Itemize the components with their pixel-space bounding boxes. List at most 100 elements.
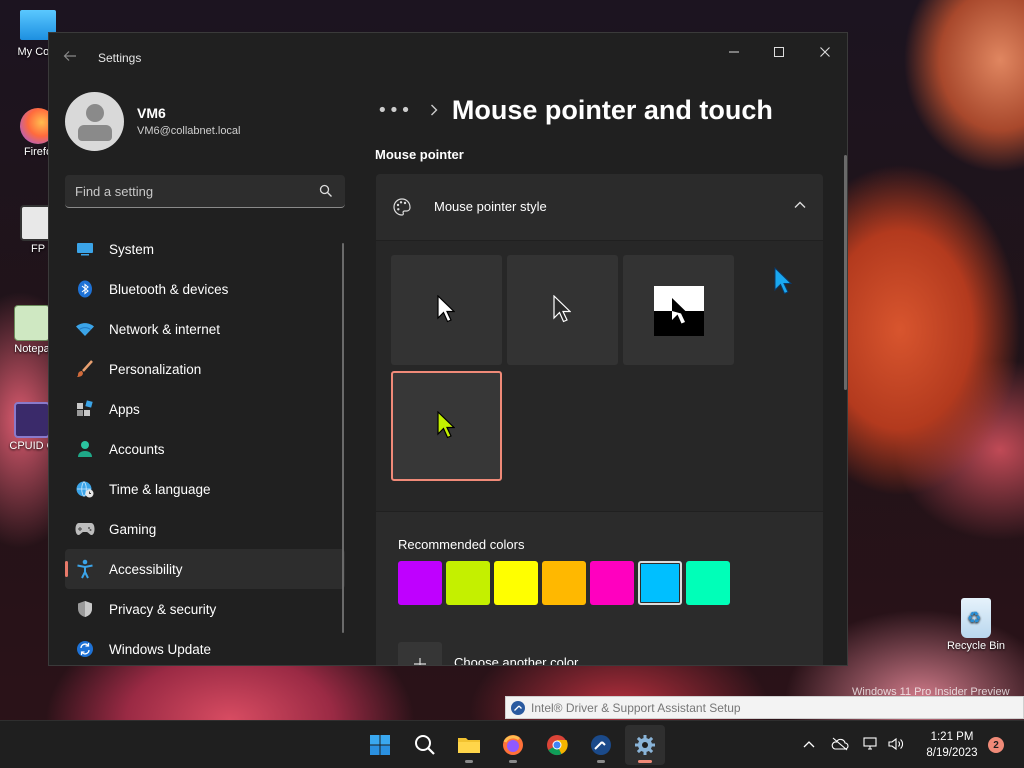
firefox-icon — [503, 735, 523, 755]
accounts-icon — [75, 439, 95, 459]
sidebar-item-gaming[interactable]: Gaming — [65, 509, 345, 549]
search-box[interactable] — [65, 175, 345, 208]
pointer-style-white[interactable] — [391, 255, 502, 365]
desktop-icon-recycle-bin[interactable]: ♻ Recycle Bin — [944, 598, 1008, 652]
page-title: Mouse pointer and touch — [451, 94, 773, 125]
palette-icon — [393, 198, 411, 216]
search-icon[interactable] — [319, 184, 333, 198]
notepad-icon — [14, 305, 50, 341]
breadcrumb-more-button[interactable]: ••• — [377, 100, 412, 121]
custom-color-cursor-icon — [437, 411, 455, 439]
sidebar-nav: System Bluetooth & devices Network & int… — [65, 229, 345, 665]
color-swatch-yellow[interactable] — [494, 561, 538, 605]
minimize-icon — [729, 51, 739, 53]
update-icon — [75, 639, 95, 659]
show-hidden-icons-button[interactable] — [800, 735, 818, 753]
sidebar-item-accounts[interactable]: Accounts — [65, 429, 345, 469]
sidebar-item-apps[interactable]: Apps — [65, 389, 345, 429]
sidebar-item-label: Bluetooth & devices — [109, 281, 229, 297]
onedrive-tray-button[interactable] — [831, 735, 849, 753]
white-cursor-icon — [437, 295, 455, 323]
color-swatch-pink[interactable] — [590, 561, 634, 605]
volume-tray-button[interactable] — [887, 735, 905, 753]
taskbar-settings[interactable] — [625, 725, 665, 765]
inverted-cursor-icon — [672, 298, 688, 324]
pointer-style-options — [376, 241, 823, 511]
recommended-colors-label: Recommended colors — [398, 537, 525, 552]
main-scrollbar[interactable] — [844, 155, 847, 390]
start-icon — [370, 735, 390, 755]
chevron-up-icon — [803, 741, 815, 748]
driver-assistant-icon — [591, 735, 611, 755]
close-icon — [820, 47, 830, 57]
search-input[interactable] — [75, 183, 305, 199]
color-swatch-purple[interactable] — [398, 561, 442, 605]
globe-clock-icon — [75, 479, 95, 499]
pointer-style-label: Mouse pointer style — [434, 199, 547, 214]
accessibility-icon — [75, 559, 95, 579]
back-arrow-icon — [63, 51, 76, 61]
network-tray-button[interactable] — [862, 735, 880, 753]
close-button[interactable] — [802, 37, 847, 67]
sidebar-item-bluetooth[interactable]: Bluetooth & devices — [65, 269, 345, 309]
sidebar-item-system[interactable]: System — [65, 229, 345, 269]
color-swatch-orange[interactable] — [542, 561, 586, 605]
pointer-style-black[interactable] — [507, 255, 618, 365]
window-title: Settings — [98, 51, 142, 65]
intel-driver-icon — [511, 701, 525, 715]
sidebar-item-label: Accessibility — [109, 561, 183, 577]
taskbar: 1:21 PM 8/19/2023 2 — [0, 720, 1024, 768]
settings-icon — [635, 735, 655, 755]
black-cursor-icon — [553, 295, 571, 323]
sidebar-item-privacy-security[interactable]: Privacy & security — [65, 589, 345, 629]
taskbar-firefox[interactable] — [493, 725, 533, 765]
apps-icon — [75, 399, 95, 419]
settings-window: Settings VM6 VM6@collabnet.local System … — [48, 32, 848, 666]
back-button[interactable] — [63, 49, 79, 65]
recycle-bin-icon: ♻ — [961, 598, 991, 638]
breadcrumb: ••• Mouse pointer and touch — [377, 95, 773, 125]
sidebar-item-network[interactable]: Network & internet — [65, 309, 345, 349]
search-icon — [415, 735, 435, 755]
installer-toast[interactable]: Intel® Driver & Support Assistant Setup — [505, 696, 1024, 719]
chevron-right-icon — [430, 101, 438, 120]
sidebar-item-accessibility[interactable]: Accessibility — [65, 549, 345, 589]
sidebar-scrollbar[interactable] — [342, 243, 344, 633]
avatar[interactable] — [65, 92, 124, 151]
recycle-bin-label: Recycle Bin — [946, 640, 1006, 652]
notification-badge[interactable]: 2 — [988, 737, 1004, 753]
sidebar-item-windows-update[interactable]: Windows Update — [65, 629, 345, 665]
choose-another-color-label[interactable]: Choose another color — [454, 655, 578, 665]
pointer-style-expander[interactable]: Mouse pointer style — [376, 174, 823, 240]
title-bar[interactable]: Settings — [49, 33, 847, 81]
color-swatch-sky-blue[interactable] — [638, 561, 682, 605]
toast-text: Intel® Driver & Support Assistant Setup — [531, 701, 741, 715]
add-color-button[interactable] — [398, 642, 442, 665]
color-swatch-mint[interactable] — [686, 561, 730, 605]
start-button[interactable] — [360, 725, 400, 765]
taskbar-file-explorer[interactable] — [449, 725, 489, 765]
sidebar-item-label: Apps — [109, 401, 140, 417]
minimize-button[interactable] — [711, 37, 757, 67]
clock-date: 8/19/2023 — [926, 747, 978, 759]
clock[interactable]: 1:21 PM 8/19/2023 — [918, 729, 986, 761]
sidebar-item-label: Personalization — [109, 361, 202, 377]
section-heading: Mouse pointer — [375, 147, 464, 162]
maximize-icon — [774, 47, 784, 57]
color-swatch-lime[interactable] — [446, 561, 490, 605]
sidebar-item-label: Privacy & security — [109, 601, 217, 617]
pointer-style-custom[interactable] — [391, 371, 502, 481]
desktop-icon-label: FP — [30, 243, 46, 255]
system-icon — [75, 239, 95, 259]
taskbar-search-button[interactable] — [405, 725, 445, 765]
network-icon — [75, 319, 95, 339]
color-swatches — [398, 561, 734, 605]
taskbar-chrome[interactable] — [537, 725, 577, 765]
sidebar-item-personalization[interactable]: Personalization — [65, 349, 345, 389]
profile-name: VM6 — [137, 105, 166, 121]
chrome-icon — [547, 735, 568, 756]
pointer-style-inverted[interactable] — [623, 255, 734, 365]
maximize-button[interactable] — [756, 37, 802, 67]
sidebar-item-time-language[interactable]: Time & language — [65, 469, 345, 509]
taskbar-driver-assistant[interactable] — [581, 725, 621, 765]
